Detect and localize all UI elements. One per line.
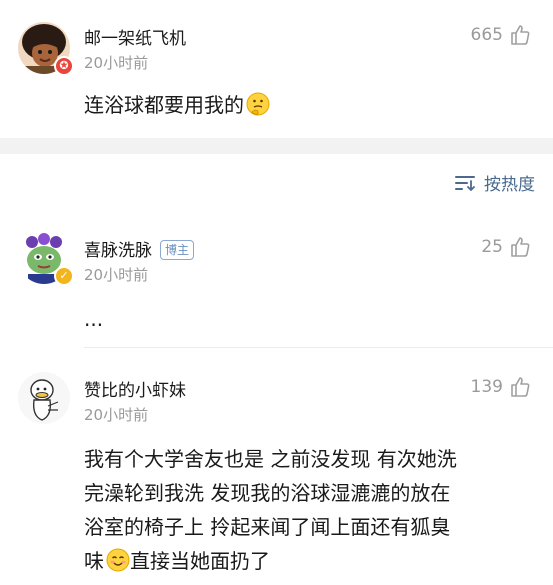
comment-text: ...: [84, 307, 104, 331]
avatar[interactable]: ✓: [18, 232, 74, 286]
sort-toggle[interactable]: 按热度: [454, 170, 535, 195]
section-divider: [0, 138, 553, 154]
comment-text: 连浴球都要用我的: [84, 88, 533, 122]
comment-text-line-3: 浴室的椅子上 拎起来闻了闻上面还有狐臭: [84, 515, 451, 539]
comment-divider: [84, 347, 553, 348]
comment-text-line-4: 味 直接当她面扔了: [84, 544, 533, 578]
like-button[interactable]: 665: [471, 24, 531, 46]
like-count: 139: [470, 377, 503, 397]
comment-text-content: 连浴球都要用我的: [84, 93, 244, 117]
thinking-face-icon: [246, 92, 270, 116]
like-count: 665: [470, 25, 503, 45]
comment-text: 我有个大学舍友也是 之前没发现 有次她洗 完澡轮到我洗 发现我的浴球湿漉漉的放在…: [84, 442, 533, 578]
timestamp: 20小时前: [84, 406, 149, 424]
smiling-face-icon: [106, 548, 130, 572]
like-count: 25: [481, 237, 503, 257]
timestamp: 20小时前: [84, 266, 149, 284]
avatar[interactable]: ✪: [18, 22, 74, 76]
username[interactable]: 赞比的小虾妹: [84, 376, 186, 401]
avatar[interactable]: [18, 372, 70, 424]
sort-label: 按热度: [484, 175, 535, 195]
timestamp: 20小时前: [84, 54, 149, 72]
comment-text-line-1: 我有个大学舍友也是 之前没发现 有次她洗: [84, 447, 457, 471]
thumbs-up-icon: [511, 377, 530, 397]
username[interactable]: 喜脉洗脉 博主: [84, 236, 195, 261]
thumbs-up-icon: [511, 237, 530, 257]
username-label: 喜脉洗脉: [84, 241, 152, 261]
sort-icon: [455, 175, 475, 191]
comment-text-line-2: 完澡轮到我洗 发现我的浴球湿漉漉的放在: [84, 481, 451, 505]
verified-badge-icon: ✓: [54, 266, 74, 286]
author-tag: 博主: [160, 240, 195, 260]
thumbs-up-icon: [511, 25, 530, 45]
like-button[interactable]: 139: [471, 376, 531, 398]
comment-text-line-4-start: 味: [84, 549, 104, 573]
like-button[interactable]: 25: [481, 236, 531, 258]
username[interactable]: 邮一架纸飞机: [84, 24, 186, 49]
avatar-image: [18, 372, 70, 424]
comment-text-line-4-end: 直接当她面扔了: [130, 549, 270, 573]
verified-badge-icon: ✪: [54, 56, 74, 76]
